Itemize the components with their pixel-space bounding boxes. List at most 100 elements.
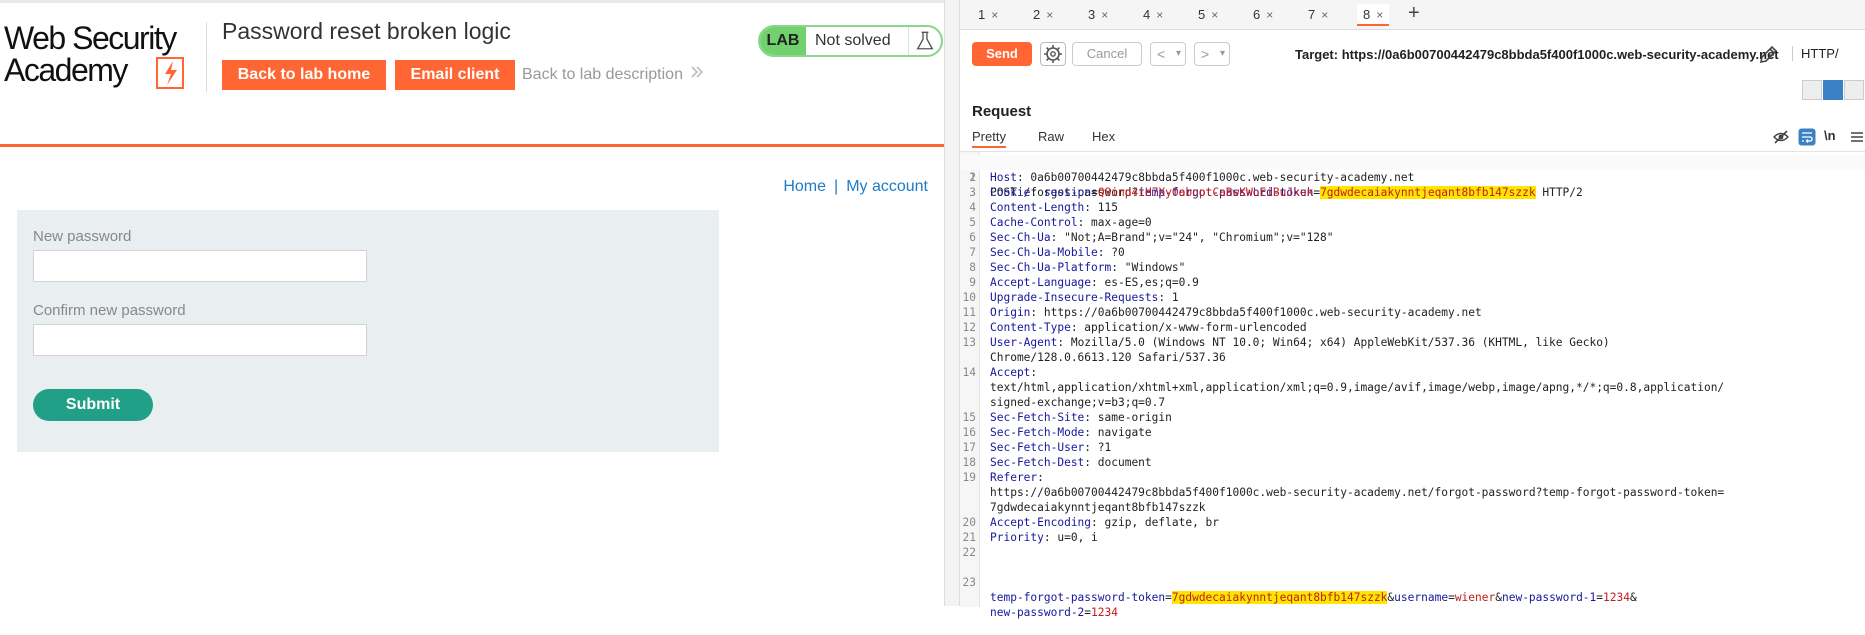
code-line: 6 Sec-Ch-Ua: "Not;A=Brand";v="24", "Chrom… [969,231,1334,244]
single-pane-icon[interactable] [1844,80,1864,100]
hide-eye-icon[interactable] [1772,128,1790,146]
nav-separator: | [834,178,839,195]
history-forward-button[interactable]: > ▾ [1194,42,1230,66]
code-line: 1 POST /forgot-password?temp-forgot-pass… [960,155,1865,199]
split-columns-icon[interactable] [1802,80,1822,100]
my-account-link[interactable]: My account [846,178,928,195]
code-line: 4 Content-Length: 115 [969,201,1118,214]
logo-line-1: Web Security [4,20,177,56]
code-line: 21 Priority: u=0, i [962,531,1098,544]
close-icon[interactable]: × [1156,8,1163,22]
close-icon[interactable]: × [991,8,998,22]
web-security-academy-logo[interactable]: Web Security Academy [4,22,204,92]
close-icon[interactable]: × [1211,8,1218,22]
code-line: 12 Content-Type: application/x-www-form-u… [962,321,1307,334]
close-icon[interactable]: × [1046,8,1053,22]
chevron-right-icon: > [1201,46,1210,62]
repeater-tab-2[interactable]: 2 × [1027,4,1059,26]
split-divider[interactable] [944,0,960,606]
back-to-lab-description-link[interactable]: Back to lab description [522,66,683,84]
repeater-tab-1[interactable]: 1 × [972,4,1004,26]
code-line: 16 Sec-Fetch-Mode: navigate [962,426,1152,439]
target-url: Target: https://0a6b00700442479c8bbda5f4… [1295,47,1779,62]
double-chevron-right-icon [691,66,704,78]
code-line: 23 temp-forgot-password-token=7gdwdecaia… [962,576,1637,604]
code-line: 15 Sec-Fetch-Site: same-origin [962,411,1172,424]
code-line: 9 Accept-Language: es-ES,es;q=0.9 [969,276,1199,289]
code-line: signed-exchange;v=b3;q=0.7 [990,396,1166,409]
code-line: 13 User-Agent: Mozilla/5.0 (Windows NT 10… [962,336,1610,349]
confirm-password-label: Confirm new password [33,302,186,319]
top-nav-links: Home | My account [783,178,928,196]
email-client-button[interactable]: Email client [395,60,515,90]
repeater-tab-5[interactable]: 5 × [1192,4,1224,26]
request-editor[interactable]: 1 POST /forgot-password?temp-forgot-pass… [960,151,1865,619]
code-line: Chrome/128.0.6613.120 Safari/537.36 [990,351,1226,364]
home-link[interactable]: Home [783,178,826,195]
code-line: 20 Accept-Encoding: gzip, deflate, br [962,516,1220,529]
add-tab-icon[interactable]: + [1408,2,1420,25]
wrap-text-icon[interactable] [1798,128,1816,146]
close-icon[interactable]: × [1101,8,1108,22]
send-button[interactable]: Send [972,42,1032,66]
repeater-tabs: 1 × 2 × 3 × 4 × 5 × 6 × 7 × 8 × + [960,0,1865,30]
code-line: 18 Sec-Fetch-Dest: document [962,456,1152,469]
dropdown-icon[interactable]: ▾ [1220,43,1225,65]
repeater-tab-7[interactable]: 7 × [1302,4,1334,26]
code-line: 17 Sec-Fetch-User: ?1 [962,441,1112,454]
menu-icon[interactable] [1850,130,1864,144]
close-icon[interactable]: × [1321,8,1328,22]
repeater-tab-3[interactable]: 3 × [1082,4,1114,26]
flask-icon [908,27,934,55]
repeater-tab-8[interactable]: 8 × [1357,4,1390,26]
code-line: text/html,application/xhtml+xml,applicat… [990,381,1725,394]
lab-status-text: Not solved [815,32,891,49]
tab-raw[interactable]: Raw [1038,129,1064,144]
edit-pencil-icon[interactable] [1757,44,1779,66]
history-back-button[interactable]: < ▾ [1150,42,1186,66]
code-line: 7 Sec-Ch-Ua-Mobile: ?0 [969,246,1125,259]
repeater-panel: 1 × 2 × 3 × 4 × 5 × 6 × 7 × 8 × + Send Cancel < ▾… [960,0,1865,619]
code-line: 22 [962,546,976,559]
code-line: https://0a6b00700442479c8bbda5f400f1000c… [990,486,1725,499]
new-password-label: New password [33,228,132,245]
editor-actions: \n [1760,128,1865,146]
tab-pretty[interactable]: Pretty [972,129,1006,148]
dropdown-icon[interactable]: ▾ [1176,43,1181,65]
logo-bolt-icon [156,57,184,89]
split-rows-icon[interactable] [1823,80,1843,100]
close-icon[interactable]: × [1266,8,1273,22]
settings-gear-icon[interactable] [1040,42,1066,66]
close-icon[interactable]: × [1376,8,1383,22]
lab-page: Web Security Academy Password reset brok… [0,0,944,606]
code-line: 2 Host: 0a6b00700442479c8bbda5f400f1000c.… [969,171,1415,184]
cancel-button[interactable]: Cancel [1072,42,1142,66]
code-line: 14 Accept: [962,366,1038,379]
code-line: 7gdwdecaiakynntjeqant8bfb147szzk [990,501,1206,514]
code-line: 10 Upgrade-Insecure-Requests: 1 [962,291,1179,304]
http-version-label[interactable]: HTTP/ [1792,46,1839,61]
code-line: 8 Sec-Ch-Ua-Platform: "Windows" [969,261,1186,274]
back-to-lab-home-button[interactable]: Back to lab home [222,60,386,90]
lab-title: Password reset broken logic [222,18,511,44]
code-line: 11 Origin: https://0a6b00700442479c8bbda5… [962,306,1482,319]
tab-hex[interactable]: Hex [1092,129,1115,144]
chevron-left-icon: < [1157,46,1166,62]
reset-password-form: New password Confirm new password Submit [17,210,719,452]
code-line: 3 Cookie: session=Q8inp4iH7XyOabnptCaBwKW… [969,186,1314,199]
new-password-input[interactable] [33,250,367,282]
request-view-tabs: Pretty Raw Hex \n [960,126,1865,148]
code-line: 19 Referer: [962,471,1044,484]
repeater-tab-6[interactable]: 6 × [1247,4,1279,26]
newline-toggle-icon[interactable]: \n [1824,128,1836,143]
lab-status-widget: LAB Not solved [758,25,943,57]
repeater-toolbar: Send Cancel < ▾ > ▾ Target: https://0a6b00… [960,36,1865,68]
body-token-highlight: 7gdwdecaiakynntjeqant8bfb147szzk [1171,591,1388,604]
layout-toggle [1802,80,1865,100]
logo-line-2: Academy [4,52,128,88]
code-line: 5 Cache-Control: max-age=0 [969,216,1152,229]
submit-button[interactable]: Submit [33,389,153,421]
confirm-password-input[interactable] [33,324,367,356]
code-line: new-password-2=1234 [990,606,1118,619]
repeater-tab-4[interactable]: 4 × [1137,4,1169,26]
